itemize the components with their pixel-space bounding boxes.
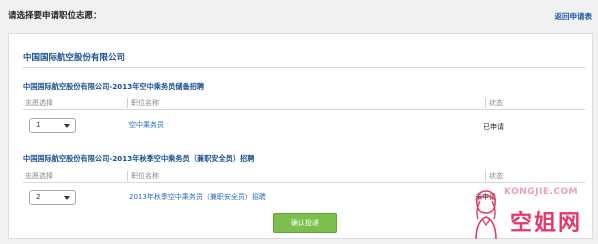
- column-choice: 志愿选择: [25, 172, 53, 180]
- confirm-submit-button[interactable]: 确认投递: [273, 213, 337, 233]
- column-status: 状态: [485, 171, 503, 181]
- column-status: 状态: [485, 98, 503, 108]
- column-job: 职位名称: [127, 171, 159, 181]
- chevron-down-icon: [64, 196, 70, 200]
- chevron-down-icon: [64, 124, 70, 128]
- column-choice: 志愿选择: [25, 99, 53, 107]
- table-header-1: 志愿选择 职位名称 状态: [23, 97, 585, 110]
- choice-select-2[interactable]: 2: [29, 190, 76, 205]
- job-link-1[interactable]: 空中乘务员: [129, 120, 164, 130]
- status-1: 已申请: [483, 123, 504, 131]
- watermark-url: KONGJIE.COM: [504, 187, 579, 197]
- job-link-2[interactable]: 2013年秋季空中乘务员（兼职安全员）招聘: [129, 192, 266, 202]
- choice-select-1[interactable]: 1: [29, 118, 76, 133]
- section-title-1: 中国国际航空股份有限公司-2013年空中乘务员储备招聘: [23, 82, 205, 91]
- flight-attendant-figure-icon: [475, 190, 497, 240]
- section-title-2: 中国国际航空股份有限公司-2013年秋季空中乘务员（兼职安全员）招聘: [23, 154, 255, 163]
- watermark-text: 空姐网: [510, 211, 583, 236]
- table-header-2: 志愿选择 职位名称 状态: [23, 170, 585, 183]
- watermark: KONGJIE.COM 空姐网: [466, 183, 596, 241]
- choice-select-value: 1: [36, 121, 41, 129]
- column-job: 职位名称: [127, 98, 159, 108]
- back-to-application-link[interactable]: 返回申请表: [555, 11, 593, 22]
- page-title: 请选择要申请职位志愿：: [8, 11, 102, 21]
- company-name: 中国国际航空股份有限公司: [23, 53, 126, 63]
- choice-select-value: 2: [36, 193, 41, 201]
- divider: [23, 67, 585, 68]
